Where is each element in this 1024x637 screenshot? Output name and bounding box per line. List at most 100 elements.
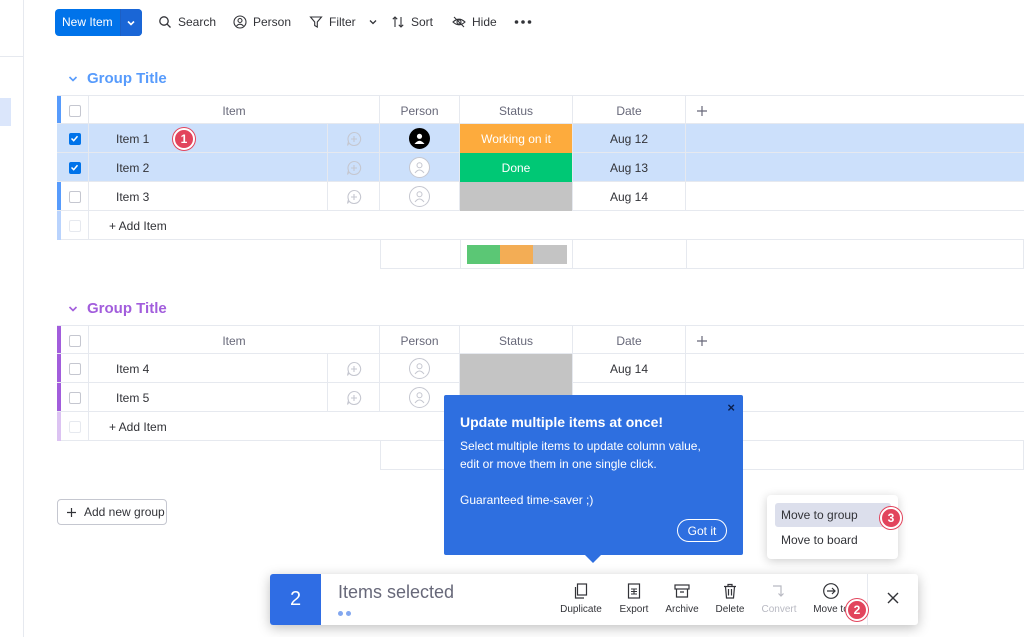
group-title-2[interactable]: Group Title xyxy=(67,300,167,317)
search-button[interactable]: Search xyxy=(158,15,216,29)
date-cell[interactable]: Aug 14 xyxy=(573,182,686,211)
date-cell[interactable]: Aug 13 xyxy=(573,153,686,182)
hide-button[interactable]: Hide xyxy=(452,15,497,29)
status-distribution-bar[interactable] xyxy=(467,245,567,264)
header-person[interactable]: Person xyxy=(380,326,460,355)
status-cell[interactable] xyxy=(460,354,573,383)
select-all-checkbox[interactable] xyxy=(68,104,81,117)
add-new-group-button[interactable]: Add new group xyxy=(57,499,167,525)
person-cell[interactable] xyxy=(380,182,460,211)
updates-button[interactable] xyxy=(328,153,380,182)
person-avatar-filled[interactable] xyxy=(409,128,430,149)
row-checkbox-cell[interactable] xyxy=(61,124,89,153)
row-checkbox[interactable] xyxy=(68,190,81,203)
new-item-label[interactable]: New Item xyxy=(55,9,120,36)
table-row[interactable]: Item 3 Aug 14 xyxy=(57,182,1024,211)
add-column-button[interactable] xyxy=(686,96,718,125)
person-avatar-empty[interactable] xyxy=(409,186,430,207)
duplicate-button[interactable]: Duplicate xyxy=(556,582,606,615)
export-icon xyxy=(627,583,641,599)
item-name[interactable]: Item 3 xyxy=(89,182,328,211)
row-checkbox-checked[interactable] xyxy=(68,132,81,145)
hide-label: Hide xyxy=(472,15,497,29)
header-item[interactable]: Item xyxy=(89,326,380,355)
convert-button[interactable]: Convert xyxy=(754,582,804,615)
updates-button[interactable] xyxy=(328,383,380,412)
got-it-button[interactable]: Got it xyxy=(677,519,727,542)
person-icon xyxy=(414,392,425,404)
row-checkbox[interactable] xyxy=(68,362,81,375)
person-cell[interactable] xyxy=(380,124,460,153)
status-cell[interactable]: Done xyxy=(460,153,573,182)
row-checkbox-cell[interactable] xyxy=(61,182,89,211)
header-date[interactable]: Date xyxy=(573,96,686,125)
move-to-group-option[interactable]: Move to group xyxy=(775,503,891,527)
move-to-board-option[interactable]: Move to board xyxy=(775,528,891,552)
table-row[interactable]: Item 4 Aug 14 xyxy=(57,354,1024,383)
filter-button[interactable]: Filter xyxy=(309,15,378,29)
row-checkbox-cell[interactable] xyxy=(61,383,89,412)
updates-button[interactable] xyxy=(328,354,380,383)
item-name[interactable]: Item 1 xyxy=(89,124,328,153)
add-item-row[interactable]: + Add Item xyxy=(57,211,1024,240)
more-options-button[interactable] xyxy=(514,15,532,29)
chevron-down-icon[interactable] xyxy=(119,9,142,36)
date-cell[interactable]: Aug 14 xyxy=(573,354,686,383)
delete-button[interactable]: Delete xyxy=(705,582,755,615)
new-item-button[interactable]: New Item xyxy=(55,9,142,36)
item-name[interactable]: Item 5 xyxy=(89,383,328,412)
status-summary-cell[interactable] xyxy=(460,240,573,269)
row-checkbox-cell[interactable] xyxy=(61,354,89,383)
close-icon[interactable] xyxy=(884,589,902,607)
header-person[interactable]: Person xyxy=(380,96,460,125)
person-avatar-empty[interactable] xyxy=(409,387,430,408)
date-cell[interactable]: Aug 12 xyxy=(573,124,686,153)
filter-label: Filter xyxy=(329,15,356,29)
chevron-down-icon[interactable] xyxy=(67,73,79,85)
group-title-1[interactable]: Group Title xyxy=(67,70,167,87)
person-avatar-empty[interactable] xyxy=(409,157,430,178)
archive-button[interactable]: Archive xyxy=(657,582,707,615)
status-segment-working xyxy=(500,245,533,264)
select-all-cell[interactable] xyxy=(61,96,89,125)
person-cell[interactable] xyxy=(380,354,460,383)
updates-button[interactable] xyxy=(328,124,380,153)
close-icon[interactable]: × xyxy=(727,400,735,415)
sort-button[interactable]: Sort xyxy=(391,15,433,29)
add-update-icon xyxy=(346,189,361,204)
plus-icon xyxy=(697,335,707,346)
chevron-down-icon[interactable] xyxy=(67,303,79,315)
row-checkbox-cell[interactable] xyxy=(61,153,89,182)
table-header-row: Item Person Status Date xyxy=(57,95,1024,125)
chevron-down-icon xyxy=(369,20,377,25)
updates-button[interactable] xyxy=(328,182,380,211)
item-name[interactable]: Item 4 xyxy=(89,354,328,383)
items-selected-label: Items selected xyxy=(338,582,455,602)
select-all-checkbox[interactable] xyxy=(68,334,81,347)
header-date[interactable]: Date xyxy=(573,326,686,355)
person-avatar-empty[interactable] xyxy=(409,358,430,379)
add-update-icon xyxy=(346,361,361,376)
export-button[interactable]: Export xyxy=(609,582,659,615)
status-cell[interactable]: Working on it xyxy=(460,124,573,153)
row-checkbox-cell xyxy=(61,211,89,240)
person-filter-button[interactable]: Person xyxy=(233,15,291,29)
add-new-group-label: Add new group xyxy=(84,505,165,519)
group-title-text[interactable]: Group Title xyxy=(87,300,167,317)
add-item-button[interactable]: + Add Item xyxy=(89,412,389,441)
table-row[interactable]: Item 2 Done Aug 13 xyxy=(57,153,1024,182)
header-item[interactable]: Item xyxy=(89,96,380,125)
select-all-cell[interactable] xyxy=(61,326,89,355)
add-item-button[interactable]: + Add Item xyxy=(89,211,389,240)
header-status[interactable]: Status xyxy=(460,96,573,125)
sidebar-selected-indicator[interactable] xyxy=(0,98,11,126)
status-cell[interactable] xyxy=(460,182,573,211)
add-column-button[interactable] xyxy=(686,326,718,355)
header-status[interactable]: Status xyxy=(460,326,573,355)
row-checkbox[interactable] xyxy=(68,391,81,404)
item-name[interactable]: Item 2 xyxy=(89,153,328,182)
table-row[interactable]: Item 1 Working on it Aug 12 xyxy=(57,124,1024,153)
row-checkbox-checked[interactable] xyxy=(68,161,81,174)
group-title-text[interactable]: Group Title xyxy=(87,70,167,87)
person-cell[interactable] xyxy=(380,153,460,182)
